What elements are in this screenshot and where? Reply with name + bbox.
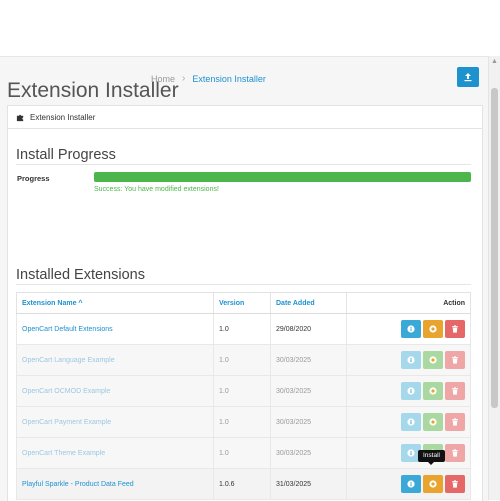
- extension-date-added: 30/03/2025: [270, 375, 347, 407]
- install-tooltip: Install: [418, 450, 445, 465]
- extension-version: 1.0: [213, 406, 271, 438]
- info-icon: [407, 325, 415, 333]
- table-row: OpenCart Theme Example 1.0 30/03/2025: [16, 437, 471, 469]
- delete-button[interactable]: [445, 413, 465, 431]
- column-header-name[interactable]: Extension Name ^: [16, 292, 214, 314]
- extension-date-added: 30/03/2025: [270, 437, 347, 469]
- install-icon: [429, 325, 437, 333]
- row-actions: [346, 313, 471, 345]
- panel-heading: Extension Installer: [8, 106, 482, 129]
- extension-version: 1.0.6: [213, 468, 271, 500]
- extension-version: 1.0: [213, 344, 271, 376]
- extension-date-added: 30/03/2025: [270, 344, 347, 376]
- info-icon: [407, 418, 415, 426]
- extension-name[interactable]: OpenCart Language Example: [16, 344, 214, 376]
- install-button[interactable]: [423, 475, 443, 493]
- install-icon: [429, 356, 437, 364]
- extension-date-added: 31/03/2025: [270, 468, 347, 500]
- extension-date-added: 30/03/2025: [270, 406, 347, 438]
- progress-label: Progress: [17, 174, 50, 183]
- extension-installer-panel: Extension Installer Install Progress Pro…: [7, 105, 483, 501]
- breadcrumb-home[interactable]: Home: [151, 74, 175, 84]
- column-header-version[interactable]: Version: [213, 292, 271, 314]
- install-button[interactable]: [423, 320, 443, 338]
- breadcrumb-current[interactable]: Extension Installer: [192, 74, 266, 84]
- upload-icon: [464, 73, 472, 82]
- install-button[interactable]: [423, 351, 443, 369]
- delete-button[interactable]: [445, 320, 465, 338]
- delete-button[interactable]: [445, 475, 465, 493]
- extensions-table: Extension Name ^ Version Date Added Acti…: [16, 292, 471, 500]
- installed-extensions-title: Installed Extensions: [16, 266, 145, 283]
- breadcrumb-separator: ›: [182, 73, 186, 84]
- progress-bar-fill: [94, 172, 471, 182]
- scrollbar-thumb[interactable]: [491, 88, 498, 408]
- table-row: OpenCart Payment Example 1.0 30/03/2025: [16, 406, 471, 438]
- progress-status-text: Success: You have modified extensions!: [94, 186, 219, 193]
- info-button[interactable]: [401, 475, 421, 493]
- row-actions: [346, 344, 471, 376]
- table-row: OpenCart OCMOD Example 1.0 30/03/2025: [16, 375, 471, 407]
- column-header-date[interactable]: Date Added: [270, 292, 347, 314]
- divider: [16, 164, 471, 165]
- extension-version: 1.0: [213, 313, 271, 345]
- trash-icon: [452, 480, 458, 488]
- divider: [16, 284, 471, 285]
- info-icon: [407, 387, 415, 395]
- install-progress-title: Install Progress: [16, 146, 116, 163]
- trash-icon: [452, 449, 458, 457]
- info-button[interactable]: [401, 413, 421, 431]
- extension-version: 1.0: [213, 375, 271, 407]
- table-header-row: Extension Name ^ Version Date Added Acti…: [16, 292, 471, 314]
- scrollbar[interactable]: ▲: [488, 56, 500, 500]
- row-actions: [346, 375, 471, 407]
- column-header-action: Action: [346, 292, 471, 314]
- table-row: Playful Sparkle - Product Data Feed 1.0.6…: [16, 468, 471, 500]
- info-button[interactable]: [401, 382, 421, 400]
- puzzle-icon: [16, 114, 24, 121]
- extension-name[interactable]: OpenCart Theme Example: [16, 437, 214, 469]
- info-button[interactable]: [401, 320, 421, 338]
- trash-icon: [452, 387, 458, 395]
- panel-heading-title: Extension Installer: [30, 112, 96, 122]
- upload-button[interactable]: [457, 67, 479, 87]
- delete-button[interactable]: [445, 444, 465, 462]
- trash-icon: [452, 325, 458, 333]
- extension-name[interactable]: OpenCart OCMOD Example: [16, 375, 214, 407]
- progress-bar: [94, 172, 471, 182]
- install-icon: [429, 480, 437, 488]
- row-actions: [346, 437, 471, 469]
- install-button[interactable]: [423, 413, 443, 431]
- extension-name[interactable]: OpenCart Default Extensions: [16, 313, 214, 345]
- info-icon: [407, 356, 415, 364]
- extension-name[interactable]: Playful Sparkle - Product Data Feed: [16, 468, 214, 500]
- table-row: OpenCart Language Example 1.0 30/03/2025: [16, 344, 471, 376]
- breadcrumb: Home › Extension Installer: [151, 73, 266, 84]
- info-icon: [407, 480, 415, 488]
- trash-icon: [452, 418, 458, 426]
- delete-button[interactable]: [445, 382, 465, 400]
- extension-version: 1.0: [213, 437, 271, 469]
- delete-button[interactable]: [445, 351, 465, 369]
- row-actions: [346, 468, 471, 500]
- info-button[interactable]: [401, 351, 421, 369]
- extension-date-added: 29/08/2020: [270, 313, 347, 345]
- info-icon: [407, 449, 415, 457]
- install-icon: [429, 387, 437, 395]
- install-icon: [429, 418, 437, 426]
- row-actions: [346, 406, 471, 438]
- scroll-up-arrow[interactable]: ▲: [489, 56, 500, 68]
- content-area: Extension Installer Home › Extension Ins…: [0, 56, 489, 501]
- extension-name[interactable]: OpenCart Payment Example: [16, 406, 214, 438]
- trash-icon: [452, 356, 458, 364]
- install-button[interactable]: [423, 382, 443, 400]
- table-row: OpenCart Default Extensions 1.0 29/08/2020: [16, 313, 471, 345]
- extensions-table-body: OpenCart Default Extensions 1.0 29/08/2020…: [16, 313, 471, 500]
